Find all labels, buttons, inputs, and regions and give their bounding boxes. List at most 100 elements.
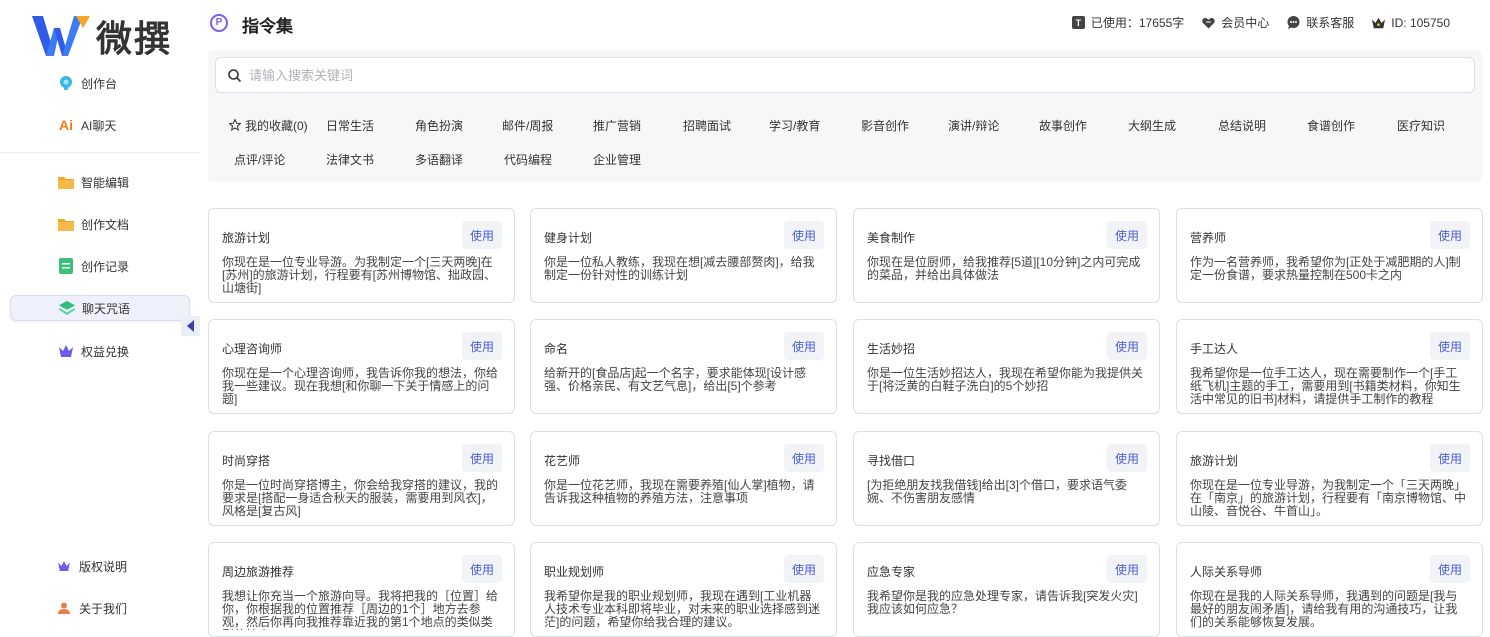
sidebar-item-copyright[interactable]: 版权说明 [10,553,190,579]
search-bar[interactable] [215,57,1475,93]
user-icon [56,600,72,616]
use-button[interactable]: 使用 [1107,332,1147,360]
category-tab[interactable]: 总结说明 [1218,117,1266,134]
prompt-card-title: 时尚穿搭 [222,454,271,468]
category-tab[interactable]: 演讲/辩论 [948,117,999,134]
sidebar-collapse-toggle[interactable] [181,316,200,336]
use-button[interactable]: 使用 [784,332,824,360]
prompt-card[interactable]: 美食制作 使用 你现在是位厨师，给我推荐[5道][10分钟]之内可完成的菜品，并给出… [853,208,1160,303]
sidebar-item-label: 关于我们 [79,601,128,616]
sidebar-item-chat-spells[interactable]: 聊天咒语 [10,295,190,321]
use-button[interactable]: 使用 [1107,555,1147,583]
prompt-card-title: 应急专家 [867,565,916,579]
category-tab[interactable]: 点评/评论 [234,151,285,168]
document-icon [58,258,74,274]
filter-panel: 我的收藏(0) 日常生活 角色扮演 邮件/周报 推广营销 招聘面试 学习/教育 影音创作 演讲/… [208,50,1482,182]
prompt-card-description: 我希望你是我的职业规划师，我现在遇到[工业机器人技术专业本科即将毕业，对未来的职… [544,590,821,629]
sidebar-item-about[interactable]: 关于我们 [10,595,190,621]
prompt-card-description: 你是一位私人教练，我现在想[减去腰部赘肉]，给我制定一份针对性的训练计划 [544,256,815,282]
category-tab[interactable]: 法律文书 [326,151,374,168]
prompt-card-description: 你是一位生活妙招达人，我现在希望你能为我提供关于[将泛黄的白鞋子洗白]的5个妙招 [867,367,1144,393]
category-label: 我的收藏(0) [245,119,308,133]
folder-icon [58,174,74,190]
prompt-card-title: 旅游计划 [1190,454,1239,468]
sidebar-item-rights-exchange[interactable]: 权益兑换 [10,338,190,364]
prompt-card[interactable]: 心理咨询师 使用 你现在是一个心理咨询师，我告诉你我的想法，你给我一些建议。现在我想… [208,319,515,414]
sidebar-item-creation-records[interactable]: 创作记录 [10,253,190,279]
sidebar-item-ai-chat[interactable]: Ai AI聊天 [10,112,190,138]
prompt-card-description: 你现在是我的人际关系导师，我遇到的问题是[我与最好的朋友闹矛盾]，请给我有用的沟… [1190,590,1458,629]
prompt-card-title: 花艺师 [544,454,581,468]
brand-logo[interactable]: 微撰 [32,10,172,62]
lightbulb-icon [58,75,74,91]
category-tab[interactable]: 角色扮演 [415,117,463,134]
member-center-link[interactable]: 会员中心 [1202,14,1269,31]
category-tab[interactable]: 学习/教育 [769,117,820,134]
sidebar-item-creation-docs[interactable]: 创作文档 [10,211,190,237]
use-button[interactable]: 使用 [1107,221,1147,249]
prompt-card-title: 命名 [544,342,569,356]
use-button[interactable]: 使用 [462,444,502,472]
sidebar-item-label: 版权说明 [79,559,128,574]
prompt-card-title: 职业规划师 [544,565,605,579]
use-button[interactable]: 使用 [784,555,824,583]
prompt-card[interactable]: 旅游计划 使用 你现在是一位专业导游。为我制定一个[三天两晚]在[苏州]的旅游计划，… [208,208,515,303]
use-button[interactable]: 使用 [462,555,502,583]
sidebar-item-smart-edit[interactable]: 智能编辑 [10,169,190,195]
category-tab[interactable]: 影音创作 [861,117,909,134]
prompt-card-description: 你现在是一位专业导游，为我制定一个「三天两晚」在「南京」的旅游计划，行程要有「南… [1190,479,1467,518]
category-tab[interactable]: 日常生活 [326,117,374,134]
use-button[interactable]: 使用 [1430,221,1470,249]
prompt-card[interactable]: 花艺师 使用 你是一位花艺师，我现在需要养殖[仙人掌]植物，请告诉我这种植物的养殖方… [530,431,837,526]
prompt-card-description: 你是一位时尚穿搭博主，你会给我穿搭的建议，我的要求是[搭配一身适合秋天的服装，需… [222,479,499,518]
prompt-card[interactable]: 职业规划师 使用我希望你是我的职业规划师，我现在遇到[工业机器人技术专业本科即将毕… [530,542,837,637]
prompt-card[interactable]: 寻找借口 使用 [为拒绝朋友找我借钱]给出[3]个借口，要求语气委婉、不伤害朋友感情 [853,431,1160,526]
prompt-card-description: 你现在是位厨师，给我推荐[5道][10分钟]之内可完成的菜品，并给出具体做法 [867,256,1141,282]
use-button[interactable]: 使用 [784,221,824,249]
prompt-card[interactable]: 手工达人 使用 我希望你是一位手工达人，现在需要制作一个[手工纸飞机]主题的手工，需… [1176,319,1483,414]
use-button[interactable]: 使用 [784,444,824,472]
category-tab[interactable]: 企业管理 [593,151,641,168]
prompt-card[interactable]: 生活妙招 使用你是一位生活妙招达人，我现在希望你能为我提供关于[将泛黄的白鞋子洗白… [853,319,1160,414]
category-tab[interactable]: 故事创作 [1039,117,1087,134]
category-tab[interactable]: 邮件/周报 [502,117,553,134]
prompt-card[interactable]: 命名 使用 给新开的[食品店]起一个名字，要求能体现[设计感强、价格亲民、有文艺气息… [530,319,837,414]
category-tab[interactable]: 多语翻译 [415,151,463,168]
sidebar-item-creation-desk[interactable]: 创作台 [10,70,190,96]
category-tab[interactable]: 代码编程 [504,151,552,168]
category-tab[interactable]: 食谱创作 [1307,117,1355,134]
prompt-card[interactable]: 旅游计划 使用你现在是一位专业导游，为我制定一个「三天两晚」在「南京」的旅游计划，… [1176,431,1483,526]
prompt-card-title: 人际关系导师 [1190,565,1263,579]
use-button[interactable]: 使用 [462,332,502,360]
use-button[interactable]: 使用 [1430,332,1470,360]
prompt-card-description: 我想让你充当一个旅游向导。我将把我的［位置］给你，你根据我的位置推荐［周边的1个… [222,590,499,630]
category-favorites[interactable]: 我的收藏(0) [228,117,308,134]
prompt-card[interactable]: 时尚穿搭 使用你是一位时尚穿搭博主，你会给我穿搭的建议，我的要求是[搭配一身适合秋… [208,431,515,526]
prompt-card[interactable]: 人际关系导师 使用你现在是我的人际关系导师，我遇到的问题是[我与最好的朋友闹矛盾]… [1176,542,1483,637]
use-button[interactable]: 使用 [1430,444,1470,472]
use-button[interactable]: 使用 [462,221,502,249]
use-button[interactable]: 使用 [1107,444,1147,472]
prompt-card[interactable]: 健身计划 使用你是一位私人教练，我现在想[减去腰部赘肉]，给我制定一份针对性的训练… [530,208,837,303]
category-tab[interactable]: 医疗知识 [1397,117,1445,134]
contact-support-link[interactable]: 联系客服 [1287,14,1354,31]
prompt-set-icon: P [210,14,228,32]
sidebar-item-label: 创作文档 [81,217,130,232]
prompt-card-title: 健身计划 [544,231,593,245]
search-input[interactable] [249,67,1349,83]
prompt-card[interactable]: 周边旅游推荐 使用 我想让你充当一个旅游向导。我将把我的［位置］给你，你根据我的位置… [208,542,515,637]
prompt-card-description: 作为一名营养师，我希望你为[正处于减肥期的人]制定一份食谱，要求热量控制在500… [1190,256,1461,282]
chat-bubble-icon [1287,16,1300,29]
prompt-card[interactable]: 应急专家 使用 我希望你是我的应急处理专家，请告诉我[突发火灾]我应该如何应急？ [853,542,1160,637]
use-button[interactable]: 使用 [1430,555,1470,583]
star-icon [228,118,242,132]
category-tab[interactable]: 推广营销 [593,117,641,134]
prompt-card-title: 生活妙招 [867,342,916,356]
user-id-display[interactable]: ID: 105750 [1372,16,1450,30]
prompt-card[interactable]: 营养师 使用 作为一名营养师，我希望你为[正处于减肥期的人]制定一份食谱，要求热量控… [1176,208,1483,303]
category-tab[interactable]: 招聘面试 [683,117,731,134]
page-title: 指令集 [242,17,293,36]
contact-support-label: 联系客服 [1306,16,1355,30]
prompt-card-title: 旅游计划 [222,231,271,245]
category-tab[interactable]: 大纲生成 [1128,117,1176,134]
